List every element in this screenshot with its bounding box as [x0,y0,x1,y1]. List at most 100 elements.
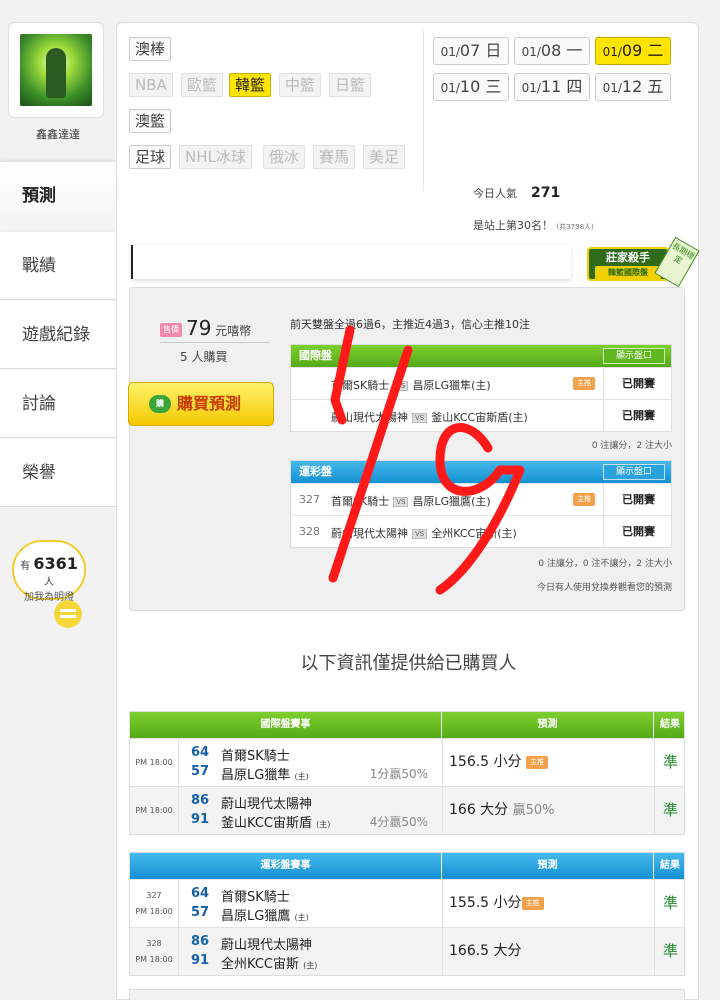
result: 準 [654,928,686,975]
pick-ratio: 贏50% [512,803,555,818]
away-team: 昌原LG獵隼(主) [412,379,491,392]
category-australia-baseball[interactable]: 澳棒 [129,37,172,61]
lottery-odds-header: 運彩盤 顯示盤口 [291,461,671,483]
team-name: 蔚山現代太陽神 [221,938,313,953]
nav-item-honor[interactable]: 榮譽 [0,439,116,507]
date-0107[interactable]: 01/07 日 [433,37,509,65]
category-china-basketball[interactable]: 中籃 [279,73,322,97]
show-odds-button[interactable]: 顯示盤口 [603,348,665,364]
table-row: 首爾SK騎士 VS 昌原LG獵隼(主) 主推 已開賽 [291,367,671,399]
date-day: 12 [621,77,643,96]
pick: 166 大分 贏50% [442,787,654,834]
profile-card[interactable] [8,22,104,118]
date-0110[interactable]: 01/10 三 [433,73,509,101]
nav-item-discussion[interactable]: 討論 [0,370,116,438]
fans-unit: 人 [44,577,54,588]
home-marker: (主) [316,820,331,829]
date-weekday: 一 [566,41,583,60]
home-marker: (主) [294,913,309,922]
table-row: 327 首爾SK騎士 VS 昌原LG獵鷹(主) 主推 已開賽 [291,483,671,515]
team-name-text: 全州KCC宙斯 [221,957,299,972]
game-status: 已開賽 [603,484,673,515]
game-time: PM 18:00 [135,758,173,767]
away-team: 釜山KCC宙斯盾(主) [431,411,528,424]
nav-item-game-history[interactable]: 遊戲紀錄 [0,301,116,369]
col-pick: 預測 [442,853,654,879]
date-month: 01/ [602,81,622,95]
category-japan-basketball[interactable]: 日籃 [329,73,372,97]
category-american-football[interactable]: 美足 [363,145,406,169]
lottery-odds-title: 運彩盤 [299,465,332,478]
intl-odds-note: 0 注讓分，2 注大小 [591,441,672,451]
intl-results-header: 國際盤賽事 預測 結果 [130,712,684,738]
category-nba[interactable]: NBA [129,73,173,97]
category-nhl[interactable]: NHL冰球 [179,145,252,169]
sidebar: 鑫鑫達達 預測 戰績 遊戲紀錄 討論 榮譽 有 6361 人 加我為明燈 [0,0,116,1000]
table-row: 蔚山現代太陽神 VS 釜山KCC宙斯盾(主) 已開賽 [291,399,671,431]
date-month: 01/ [440,45,460,59]
team-name-text: 昌原LG獵隼 [221,768,291,783]
matchup: 64 首爾SK騎士 57 昌原LG獵隼 (主) 1分贏50% [178,739,442,786]
price: 售價 79 元嘻幣 [160,316,251,340]
team-name: 首爾SK騎士 [221,890,290,905]
show-odds-button[interactable]: 顯示盤口 [603,464,665,480]
fans-prefix: 有 [20,561,31,572]
team-name-text: 昌原LG獵鷹 [221,909,291,924]
category-football[interactable]: 足球 [129,145,172,169]
date-0109[interactable]: 01/09 二 [595,37,671,65]
bookie-killer-badge: 莊家殺手 韓籃國際盤 長期穩定 [585,236,700,288]
main-pick-badge: 主推 [573,377,595,390]
intl-odds-table: 國際盤 顯示盤口 首爾SK騎士 VS 昌原LG獵隼(主) 主推 已開賽 蔚山現代太陽… [290,344,672,432]
pick: 166.5 大分 [442,928,654,975]
team-name: 首爾SK騎士 [221,749,290,764]
table-row: PM 18:00 64 首爾SK騎士 57 昌原LG獵隼 (主) 1分贏50% … [130,738,684,786]
prediction-panel: 售價 79 元嘻幣 5 人購買 購 購買預測 前天雙盤全過6過6，主推近4過3，信… [128,287,685,611]
date-0108[interactable]: 01/08 一 [514,37,590,65]
date-day: 07 [459,41,481,60]
intl-odds-header: 國際盤 顯示盤口 [291,345,671,367]
win-margin: 1分贏50% [369,767,428,781]
home-team: 蔚山現代太陽神 [331,411,408,424]
buy-button-label: 購買預測 [177,394,242,413]
team-name: 蔚山現代太陽神 [221,797,313,812]
matchup: 86 蔚山現代太陽神 91 釜山KCC宙斯盾 (主) 4分贏50% [178,787,442,834]
pick-text: 155.5 小分 [449,895,522,911]
nav-item-record[interactable]: 戰績 [0,232,116,300]
divider [423,31,424,191]
username[interactable]: 鑫鑫達達 [0,126,116,142]
popularity-label: 今日人氣 [473,187,517,200]
nav-item-predict[interactable]: 預測 [0,162,116,230]
category-australia-basketball[interactable]: 澳籃 [129,109,172,133]
category-euro-basketball[interactable]: 歐籃 [181,73,224,97]
category-korea-basketball[interactable]: 韓籃 [229,73,272,97]
lottery-results-header: 運彩盤賽事 預測 結果 [130,853,684,879]
lottery-odds-note: 0 注讓分，0 注不讓分，2 注大小 [538,559,672,569]
date-day: 10 [459,77,481,96]
main-pick-badge: 主推 [521,897,544,910]
game-number: 328 [146,939,162,948]
avatar[interactable] [20,34,92,106]
rank-stat: 是站上第30名！ (共3798人) [473,217,594,233]
game-number: 327 [146,891,162,900]
category-horse-racing[interactable]: 賽馬 [313,145,356,169]
divider [160,342,270,343]
fans-bubble[interactable]: 有 6361 人 加我為明燈 [12,540,86,603]
col-matchup: 國際盤賽事 [130,712,442,738]
team-name: 昌原LG獵隼 (主) [221,764,309,783]
category-russia-ice-hockey[interactable]: 俄冰 [263,145,306,169]
lightbulb-icon [54,600,82,628]
date-0111[interactable]: 01/11 四 [514,73,590,101]
date-0112[interactable]: 01/12 五 [595,73,671,101]
table-row: 328 PM 18:00 86 蔚山現代太陽神 91 全州KCC宙斯 (主) 16… [130,927,684,975]
price-unit: 元嘻幣 [215,324,252,338]
game-time: 327 PM 18:00 [132,888,176,920]
result: 準 [654,880,686,927]
text-input[interactable] [131,245,571,279]
game-status: 已開賽 [603,516,673,547]
home-team: 首爾SK騎士 [331,379,390,392]
date-month: 01/ [521,45,541,59]
date-weekday: 日 [485,41,502,60]
pick-text: 166 大分 [449,802,509,818]
buy-prediction-button[interactable]: 購 購買預測 [128,382,274,426]
buy-icon: 購 [149,395,171,413]
